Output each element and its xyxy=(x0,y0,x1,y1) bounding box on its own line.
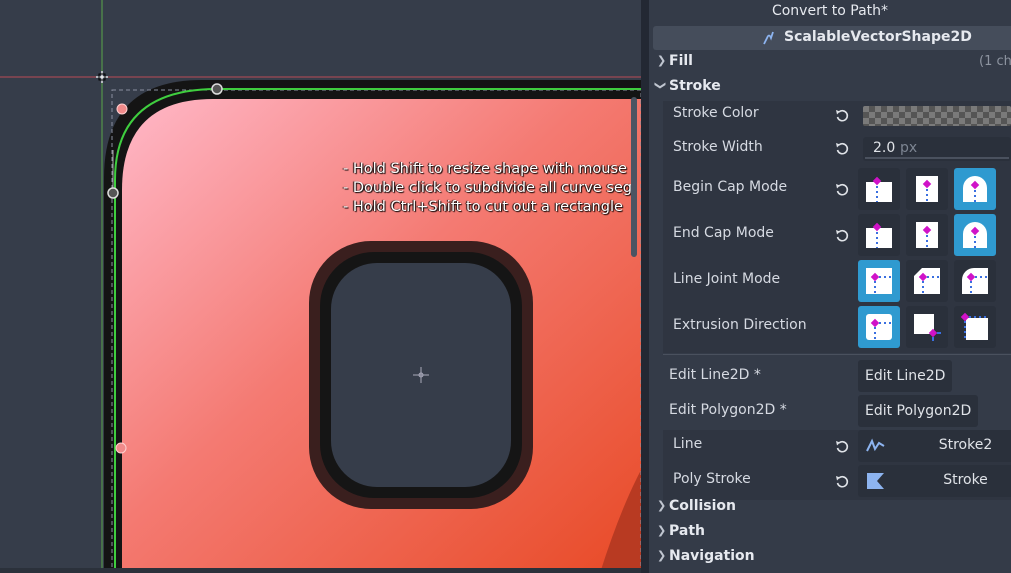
panel-splitter[interactable] xyxy=(641,0,649,573)
section-path[interactable]: ❯ Path xyxy=(649,521,1011,545)
revert-icon[interactable] xyxy=(835,229,849,243)
poly-stroke-resource-name: Stroke xyxy=(943,472,988,488)
end-cap-round-option[interactable] xyxy=(954,214,996,256)
end-cap-mode-label: End Cap Mode xyxy=(673,225,774,241)
viewport-horizontal-scrollbar[interactable] xyxy=(0,568,641,573)
section-collision[interactable]: ❯ Collision xyxy=(649,496,1011,520)
curve-handle-top[interactable] xyxy=(211,83,223,95)
hint-line-2: - Double click to subdivide all curve se… xyxy=(343,180,632,196)
extrusion-center-option[interactable] xyxy=(858,306,900,348)
polygon2d-icon xyxy=(867,473,884,489)
joint-round-option[interactable] xyxy=(954,260,996,302)
edit-polygon2d-label: Edit Polygon2D * xyxy=(669,402,787,418)
revert-icon[interactable] xyxy=(835,440,849,454)
section-navigation[interactable]: ❯ Navigation xyxy=(649,546,1011,570)
convert-to-path-button[interactable]: Convert to Path* xyxy=(649,0,1011,24)
node-name: ScalableVectorShape2D xyxy=(784,29,972,45)
revert-icon[interactable] xyxy=(835,109,849,123)
curve-handle-left[interactable] xyxy=(107,187,119,199)
begin-cap-mode-label: Begin Cap Mode xyxy=(673,179,788,195)
editor-hints: - Hold Shift to resize shape with mouse … xyxy=(343,160,632,217)
chevron-right-icon: ❯ xyxy=(657,54,667,67)
edit-polygon2d-button[interactable]: Edit Polygon2D xyxy=(858,395,979,427)
section-path-label: Path xyxy=(669,523,705,539)
chevron-down-icon: ❯ xyxy=(654,80,668,91)
extrusion-inside-option[interactable] xyxy=(906,306,948,348)
divider xyxy=(663,354,1011,355)
corner-point[interactable] xyxy=(116,103,128,115)
shape-canvas[interactable] xyxy=(0,0,641,573)
poly-stroke-resource-picker[interactable]: Stroke xyxy=(858,465,1011,497)
stroke-width-value: 2.0 xyxy=(873,140,896,156)
stroke-width-spinbox[interactable]: 2.0 px xyxy=(863,137,1011,161)
joint-bevel-option[interactable] xyxy=(906,260,948,302)
begin-cap-none-option[interactable] xyxy=(858,168,900,210)
stroke-width-unit: px xyxy=(900,140,918,156)
chevron-right-icon: ❯ xyxy=(657,499,667,512)
node-header[interactable]: ScalableVectorShape2D xyxy=(653,26,1011,50)
path-curve-icon xyxy=(763,31,774,45)
begin-cap-round-option[interactable] xyxy=(954,168,996,210)
line2d-icon xyxy=(866,438,885,452)
section-fill-count: (1 ch xyxy=(979,54,1011,69)
chevron-right-icon: ❯ xyxy=(657,524,667,537)
revert-icon[interactable] xyxy=(835,183,849,197)
viewport-vertical-scrollbar[interactable] xyxy=(631,97,637,257)
line-joint-mode-label: Line Joint Mode xyxy=(673,271,781,287)
section-stroke[interactable]: ❯ Stroke xyxy=(649,76,1011,100)
section-collision-label: Collision xyxy=(669,498,737,514)
revert-icon[interactable] xyxy=(835,475,849,489)
end-cap-none-option[interactable] xyxy=(858,214,900,256)
hint-line-3: - Hold Ctrl+Shift to cut out a rectangle xyxy=(343,199,623,215)
stroke-width-slider[interactable] xyxy=(865,157,1009,159)
edit-line2d-button[interactable]: Edit Line2D xyxy=(858,360,953,392)
hint-line-1: - Hold Shift to resize shape with mouse xyxy=(343,161,627,177)
revert-icon[interactable] xyxy=(835,142,849,156)
section-navigation-label: Navigation xyxy=(669,548,755,564)
extrusion-direction-label: Extrusion Direction xyxy=(673,317,807,333)
edge-point[interactable] xyxy=(115,442,127,454)
origin-cursor xyxy=(96,71,108,83)
begin-cap-box-option[interactable] xyxy=(906,168,948,210)
section-fill-label: Fill xyxy=(669,53,693,69)
section-stroke-label: Stroke xyxy=(669,78,721,94)
joint-sharp-option[interactable] xyxy=(858,260,900,302)
end-cap-box-option[interactable] xyxy=(906,214,948,256)
stroke-color-label: Stroke Color xyxy=(673,105,759,121)
poly-stroke-label: Poly Stroke xyxy=(673,471,751,487)
line-label: Line xyxy=(673,436,703,452)
section-fill[interactable]: ❯ Fill (1 ch xyxy=(649,51,1011,75)
edit-line2d-label: Edit Line2D * xyxy=(669,367,761,383)
chevron-right-icon: ❯ xyxy=(657,549,667,562)
stroke-width-label: Stroke Width xyxy=(673,139,763,155)
extrusion-outside-option[interactable] xyxy=(954,306,996,348)
stroke-color-picker[interactable] xyxy=(863,106,1011,126)
canvas-viewport[interactable]: - Hold Shift to resize shape with mouse … xyxy=(0,0,641,573)
line-resource-name: Stroke2 xyxy=(938,437,993,453)
line-resource-picker[interactable]: Stroke2 xyxy=(858,430,1011,462)
inspector-panel: Convert to Path* ScalableVectorShape2D ❯… xyxy=(649,0,1011,573)
